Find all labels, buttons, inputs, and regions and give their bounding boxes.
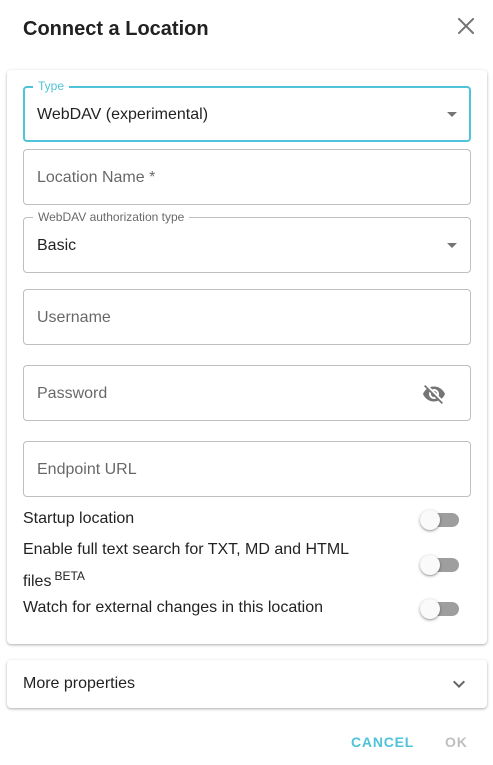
fulltext-search-label: Enable full text search for TXT, MD and … [23, 541, 349, 590]
more-properties-label: More properties [23, 675, 136, 692]
fulltext-search-switch[interactable] [420, 555, 459, 575]
password-input[interactable]: Password [23, 365, 471, 421]
switch-thumb [420, 599, 440, 619]
startup-location-label: Startup location [23, 510, 135, 527]
auth-type-select[interactable]: WebDAV authorization type Basic [23, 210, 471, 273]
password-placeholder: Password [37, 385, 108, 402]
dialog-title: Connect a Location [23, 18, 209, 40]
auth-type-select-label: WebDAV authorization type [33, 210, 190, 224]
username-input[interactable]: Username [23, 289, 471, 345]
type-select-value: WebDAV (experimental) [37, 106, 209, 123]
watch-changes-label: Watch for external changes in this locat… [23, 599, 324, 616]
cancel-button[interactable]: Cancel [351, 729, 414, 755]
watch-changes-row: Watch for external changes in this locat… [23, 595, 471, 621]
switch-thumb [420, 510, 440, 530]
ok-button[interactable]: OK [445, 729, 468, 755]
auth-type-select-value: Basic [37, 237, 77, 254]
type-select[interactable]: Type WebDAV (experimental) [23, 79, 471, 142]
location-name-placeholder: Location Name * [37, 169, 156, 186]
dropdown-arrow-icon [447, 243, 457, 248]
switch-thumb [420, 555, 440, 575]
startup-location-row: Startup location [23, 506, 471, 532]
chevron-down-icon [453, 680, 465, 688]
endpoint-url-placeholder: Endpoint URL [37, 461, 137, 478]
type-select-label: Type [33, 79, 70, 93]
fulltext-search-row: Enable full text search for TXT, MD and … [23, 537, 471, 590]
beta-badge: BETA [54, 569, 85, 583]
location-name-input[interactable]: Location Name * [23, 149, 471, 205]
connect-location-dialog: Connect a Location Type WebDAV (experime… [0, 0, 493, 765]
watch-changes-switch[interactable] [420, 599, 459, 619]
endpoint-url-input[interactable]: Endpoint URL [23, 441, 471, 497]
username-placeholder: Username [37, 309, 111, 326]
visibility-off-icon[interactable] [422, 382, 446, 406]
close-icon [458, 18, 474, 34]
dropdown-arrow-icon [447, 112, 457, 117]
close-button[interactable] [452, 12, 480, 40]
startup-location-switch[interactable] [420, 510, 459, 530]
more-properties-accordion[interactable]: More properties [7, 660, 487, 708]
